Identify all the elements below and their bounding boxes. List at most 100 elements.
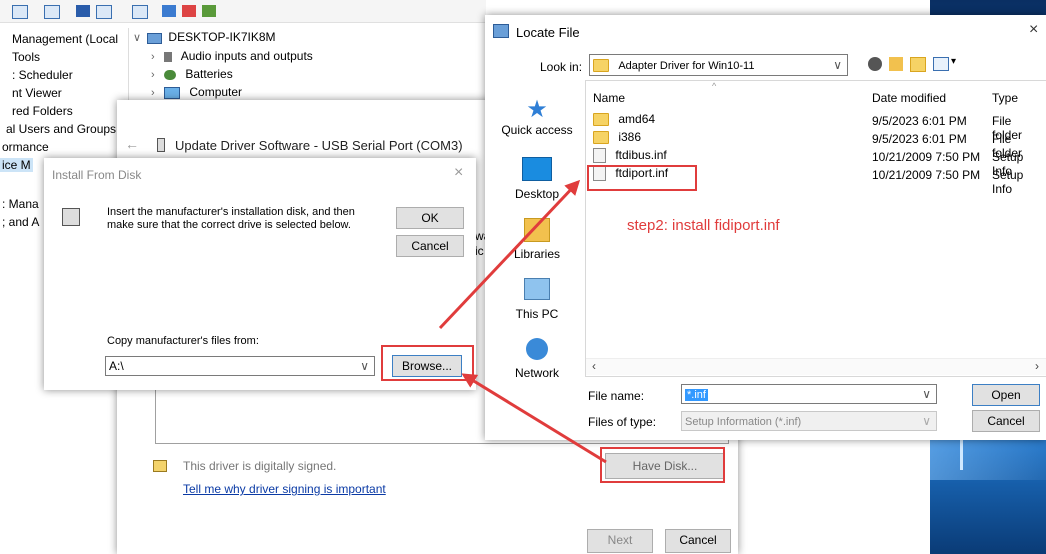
chevron-right-icon[interactable]: › xyxy=(151,51,155,63)
copy-path-value: A:\ xyxy=(109,359,124,373)
horizontal-scrollbar[interactable]: ‹ › xyxy=(586,358,1046,375)
ok-button[interactable]: OK xyxy=(396,207,464,229)
left-item[interactable]: al Users and Groups xyxy=(6,122,116,136)
scroll-right-icon[interactable]: › xyxy=(1035,359,1039,373)
toolbar-icon[interactable] xyxy=(12,5,28,19)
file-name: amd64 xyxy=(618,112,656,126)
next-button[interactable]: Next xyxy=(587,529,653,553)
chevron-down-icon[interactable]: ∨ xyxy=(833,55,842,75)
device-tree: ∨ DESKTOP-IK7IK8M › Audio inputs and out… xyxy=(128,28,459,108)
highlight-browse xyxy=(381,345,474,381)
tree-root-label: DESKTOP-IK7IK8M xyxy=(168,30,276,44)
column-header-name[interactable]: Name xyxy=(593,91,625,105)
close-icon[interactable]: × xyxy=(1029,21,1038,39)
usb-device-icon xyxy=(157,138,165,152)
view-menu-icon[interactable] xyxy=(933,57,949,71)
back-arrow-icon[interactable]: ← xyxy=(125,136,139,152)
tree-item-label: Audio inputs and outputs xyxy=(180,49,313,63)
left-item[interactable]: : Mana xyxy=(2,197,39,211)
highlight-ftdiport xyxy=(587,165,697,191)
chevron-down-icon[interactable]: ∨ xyxy=(922,412,931,430)
look-in-combo[interactable]: Adapter Driver for Win10-11 ∨ xyxy=(589,54,848,76)
new-folder-icon[interactable] xyxy=(910,57,926,72)
desktop-icon xyxy=(522,157,552,181)
toolbar-icon[interactable] xyxy=(182,5,196,17)
file-date: 10/21/2009 7:50 PM xyxy=(872,168,981,182)
file-row[interactable]: i386 9/5/2023 6:01 PM File folder xyxy=(593,130,1043,160)
look-in-label: Look in: xyxy=(540,60,583,74)
folder-icon xyxy=(593,113,609,127)
open-button[interactable]: Open xyxy=(972,384,1040,406)
chevron-down-icon[interactable]: ▾ xyxy=(951,56,956,67)
toolbar-icon[interactable] xyxy=(44,5,60,19)
install-from-disk-title: Install From Disk xyxy=(52,168,142,182)
network-place[interactable]: Network xyxy=(493,338,581,380)
left-item[interactable]: Tools xyxy=(12,50,40,64)
certificate-icon xyxy=(153,460,167,472)
close-icon[interactable]: × xyxy=(454,164,463,182)
mmc-toolbar xyxy=(0,0,486,23)
libraries-icon xyxy=(524,218,550,242)
files-of-type-label: Files of type: xyxy=(588,415,657,429)
chevron-down-icon[interactable]: ∨ xyxy=(360,357,369,375)
tree-item-label: Batteries xyxy=(185,67,233,81)
file-name: i386 xyxy=(618,130,642,144)
left-item[interactable]: : Scheduler xyxy=(12,68,73,82)
tree-item[interactable]: › Audio inputs and outputs xyxy=(151,49,313,63)
file-list: ^ Name Date modified Type amd64 9/5/2023… xyxy=(585,80,1046,377)
tree-item[interactable]: › Batteries xyxy=(151,67,233,81)
file-row[interactable]: ftdibus.inf 10/21/2009 7:50 PM Setup Inf… xyxy=(593,148,1043,178)
toolbar-icon[interactable] xyxy=(96,5,112,19)
file-name-label: File name: xyxy=(588,389,645,403)
chevron-right-icon[interactable]: › xyxy=(151,87,155,99)
install-message: Insert the manufacturer's installation d… xyxy=(107,206,355,231)
desktop-place[interactable]: Desktop xyxy=(493,157,581,201)
place-label: Desktop xyxy=(514,187,560,201)
chevron-down-icon[interactable]: ∨ xyxy=(922,385,931,403)
libraries-place[interactable]: Libraries xyxy=(493,218,581,261)
left-item[interactable]: nt Viewer xyxy=(12,86,62,100)
file-type: Setup Info xyxy=(992,168,1024,196)
this-pc-place[interactable]: This PC xyxy=(493,278,581,321)
copy-path-combo[interactable]: A:\ ∨ xyxy=(105,356,375,376)
file-date: 10/21/2009 7:50 PM xyxy=(872,150,981,164)
cancel-button[interactable]: Cancel xyxy=(972,410,1040,432)
cancel-button[interactable]: Cancel xyxy=(665,529,731,553)
step2-annotation: step2: install fidiport.inf xyxy=(627,217,780,234)
toolbar-icon[interactable] xyxy=(162,5,176,17)
left-item[interactable]: Management (Local xyxy=(12,32,118,46)
left-item[interactable]: ; and A xyxy=(2,215,39,229)
tree-root[interactable]: ∨ DESKTOP-IK7IK8M xyxy=(133,30,276,44)
quick-access-place[interactable]: ★ Quick access xyxy=(493,97,581,138)
network-icon xyxy=(526,338,548,360)
file-date: 9/5/2023 6:01 PM xyxy=(872,114,967,128)
sort-arrow-icon: ^ xyxy=(712,81,717,91)
file-name: ftdibus.inf xyxy=(615,148,667,162)
files-of-type-combo[interactable]: Setup Information (*.inf) ∨ xyxy=(681,411,937,431)
file-name-combo[interactable]: *.inf ∨ xyxy=(681,384,937,404)
left-item[interactable]: ormance xyxy=(2,140,49,154)
left-item[interactable]: ice M xyxy=(0,158,33,172)
tree-item-label: Computer xyxy=(189,85,243,99)
toolbar-icon[interactable] xyxy=(132,5,148,19)
places-bar: ★ Quick access Desktop Libraries This PC… xyxy=(493,85,581,385)
up-folder-icon[interactable] xyxy=(889,57,903,71)
locate-file-app-icon xyxy=(493,24,509,38)
signing-link[interactable]: Tell me why driver signing is important xyxy=(183,482,386,496)
file-date: 9/5/2023 6:01 PM xyxy=(872,132,967,146)
tree-item[interactable]: › Computer xyxy=(151,85,242,99)
toolbar-icon[interactable] xyxy=(76,5,90,17)
place-label: Libraries xyxy=(513,247,561,261)
column-header-date[interactable]: Date modified xyxy=(872,91,946,105)
cancel-button[interactable]: Cancel xyxy=(396,235,464,257)
chevron-down-icon[interactable]: ∨ xyxy=(133,32,141,44)
chevron-right-icon[interactable]: › xyxy=(151,69,155,81)
look-in-value: Adapter Driver for Win10-11 xyxy=(618,60,755,72)
file-row[interactable]: amd64 9/5/2023 6:01 PM File folder xyxy=(593,112,1043,142)
back-icon[interactable] xyxy=(868,57,882,71)
scroll-left-icon[interactable]: ‹ xyxy=(592,359,596,373)
toolbar-icon[interactable] xyxy=(202,5,216,17)
left-item[interactable]: red Folders xyxy=(12,104,73,118)
column-header-type[interactable]: Type xyxy=(992,91,1018,105)
place-label: Quick access xyxy=(501,123,573,137)
